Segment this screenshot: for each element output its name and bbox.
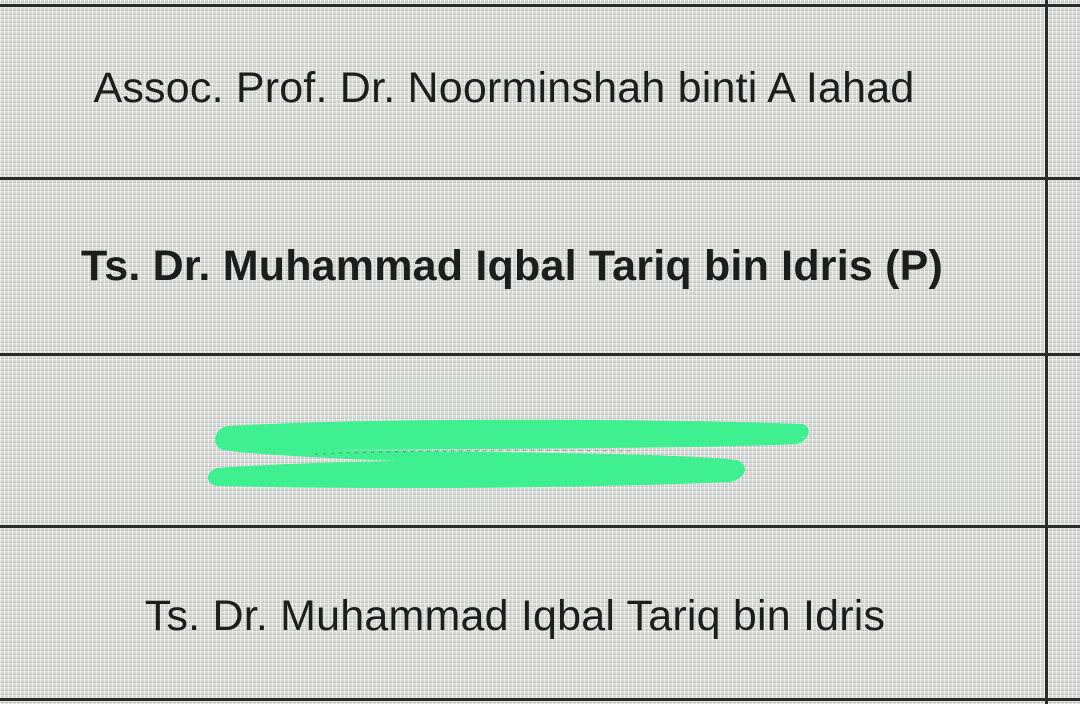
table-row: Assoc. Prof. Dr. Noorminshah binti A Iah… (0, 7, 1046, 177)
name-cell: Ts. Dr. Muhammad Iqbal Tariq bin Idris (144, 591, 886, 640)
name-cell: Assoc. Prof. Dr. Noorminshah binti A Iah… (93, 63, 915, 112)
table-row: Ts. Dr. Muhammad Iqbal Tariq bin Idris (… (0, 180, 1046, 353)
row-divider (0, 698, 1080, 701)
table-row: Ts. Dr. Muhammad Iqbal Tariq bin Idris (0, 528, 1046, 698)
redaction-mark (208, 419, 809, 489)
name-cell: Ts. Dr. Muhammad Iqbal Tariq bin Idris (… (80, 242, 944, 290)
table-photo: Assoc. Prof. Dr. Noorminshah binti A Iah… (0, 0, 1080, 704)
